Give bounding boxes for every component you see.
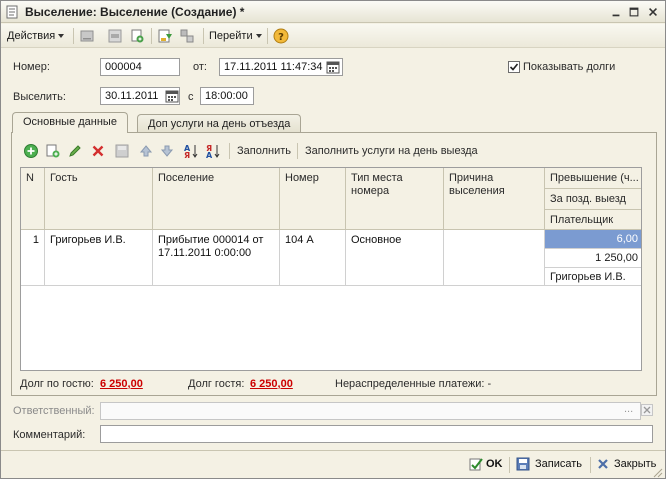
from-date-field[interactable]: 17.11.2011 11:47:34: [219, 58, 343, 76]
sort-desc-icon[interactable]: Я А: [205, 143, 221, 159]
close-icon: [598, 459, 608, 469]
goto-menu[interactable]: Перейти: [209, 30, 262, 42]
guest-debt2-label: Долг гостя:: [188, 378, 245, 390]
post-document-icon[interactable]: [79, 28, 95, 44]
move-down-icon[interactable]: [159, 143, 175, 159]
save-button[interactable]: Записать: [535, 458, 582, 470]
show-debts-checkbox[interactable]: [508, 61, 520, 73]
actions-menu[interactable]: Действия: [7, 30, 65, 42]
table-cell-n[interactable]: 1: [21, 230, 45, 286]
move-down-doc-icon[interactable]: [157, 28, 173, 44]
evict-time-field[interactable]: 18:00:00: [200, 87, 254, 105]
column-header-room[interactable]: Номер: [280, 168, 346, 230]
guest-debt-link[interactable]: 6 250,00: [100, 378, 143, 390]
column-header-payer[interactable]: Плательщик: [545, 210, 641, 230]
table-cell-place-type[interactable]: Основное: [346, 230, 444, 286]
time-label: с: [188, 91, 194, 103]
document-icon: [6, 5, 18, 19]
ok-icon: [469, 458, 483, 471]
svg-text:Я: Я: [184, 151, 190, 159]
title-bar: Выселение: Выселение (Создание) *: [1, 1, 665, 23]
column-header-n[interactable]: N: [21, 168, 45, 230]
close-window-icon[interactable]: [646, 5, 660, 19]
responsible-label: Ответственный:: [13, 405, 95, 417]
table-cell-guest[interactable]: Григорьев И.В.: [45, 230, 153, 286]
goto-menu-label: Перейти: [209, 30, 253, 42]
comment-field[interactable]: [100, 425, 653, 443]
help-icon[interactable]: ?: [273, 28, 289, 44]
end-edit-icon[interactable]: [114, 143, 130, 159]
unallocated-payments-label: Нераспределенные платежи: -: [335, 378, 492, 390]
sort-asc-icon[interactable]: А Я: [183, 143, 199, 159]
guest-debt2-link[interactable]: 6 250,00: [250, 378, 293, 390]
column-header-guest[interactable]: Гость: [45, 168, 153, 230]
delete-row-icon[interactable]: [90, 143, 106, 159]
clear-icon[interactable]: [641, 404, 653, 416]
footer-divider: [1, 450, 665, 451]
ok-button[interactable]: OK: [486, 458, 503, 470]
show-debts-label: Показывать долги: [523, 61, 616, 73]
responsible-field[interactable]: [100, 402, 641, 420]
calendar-icon[interactable]: [326, 60, 340, 74]
save-icon: [516, 457, 530, 471]
from-date-value: 17.11.2011 11:47:34: [224, 61, 323, 73]
main-toolbar: Действия Перейти ?: [1, 24, 665, 48]
table-cell-room[interactable]: 104 А: [280, 230, 346, 286]
from-label: от:: [193, 61, 207, 73]
actions-menu-label: Действия: [7, 30, 56, 42]
select-ellipsis-icon[interactable]: ...: [624, 403, 633, 415]
svg-text:?: ?: [278, 32, 284, 43]
window-title: Выселение: Выселение (Создание) *: [25, 5, 245, 19]
svg-text:А: А: [206, 151, 213, 159]
maximize-icon[interactable]: [627, 5, 641, 19]
evict-label: Выселить:: [13, 91, 66, 103]
table-cell-late-checkout[interactable]: 1 250,00: [545, 249, 641, 268]
column-header-reason[interactable]: Причина выселения: [444, 168, 545, 230]
tab-extra-services[interactable]: Доп услуги на день отъезда: [137, 114, 302, 133]
comment-label: Комментарий:: [13, 429, 86, 441]
edit-row-icon[interactable]: [67, 143, 83, 159]
checkmark-icon: [509, 63, 519, 71]
column-header-settlement[interactable]: Поселение: [153, 168, 280, 230]
column-header-place-type[interactable]: Тип места номера: [346, 168, 444, 230]
table-cell-settlement[interactable]: Прибытие 000014 от 17.11.2011 0:00:00: [153, 230, 280, 286]
structure-icon[interactable]: [179, 28, 195, 44]
evict-date-value: 30.11.2011: [105, 90, 159, 102]
eviction-table[interactable]: N Гость Поселение Номер Тип места номера…: [20, 167, 642, 371]
move-up-icon[interactable]: [138, 143, 154, 159]
column-header-late-checkout[interactable]: За позд. выезд: [545, 189, 641, 210]
tab-main-data[interactable]: Основные данные: [12, 112, 128, 133]
resize-grip-icon[interactable]: [651, 466, 663, 478]
fill-button[interactable]: Заполнить: [237, 145, 291, 157]
number-label: Номер:: [13, 61, 50, 73]
add-row-icon[interactable]: [23, 143, 39, 159]
number-field[interactable]: 000004: [100, 58, 180, 76]
copy-row-icon[interactable]: [45, 143, 61, 159]
table-cell-payer[interactable]: Григорьев И.В.: [545, 268, 641, 286]
table-cell-reason[interactable]: [444, 230, 545, 286]
document-window: Выселение: Выселение (Создание) * Действ…: [0, 0, 666, 479]
evict-calendar-icon[interactable]: [165, 89, 179, 103]
column-header-excess[interactable]: Превышение (ч...: [545, 168, 641, 189]
minimize-icon[interactable]: [609, 5, 623, 19]
guest-debt-label: Долг по гостю:: [20, 378, 94, 390]
refresh-doc-icon[interactable]: [107, 28, 123, 44]
table-cell-excess[interactable]: 6,00: [545, 230, 641, 249]
fill-services-button[interactable]: Заполнить услуги на день выезда: [305, 145, 478, 157]
copy-doc-icon[interactable]: [129, 28, 145, 44]
